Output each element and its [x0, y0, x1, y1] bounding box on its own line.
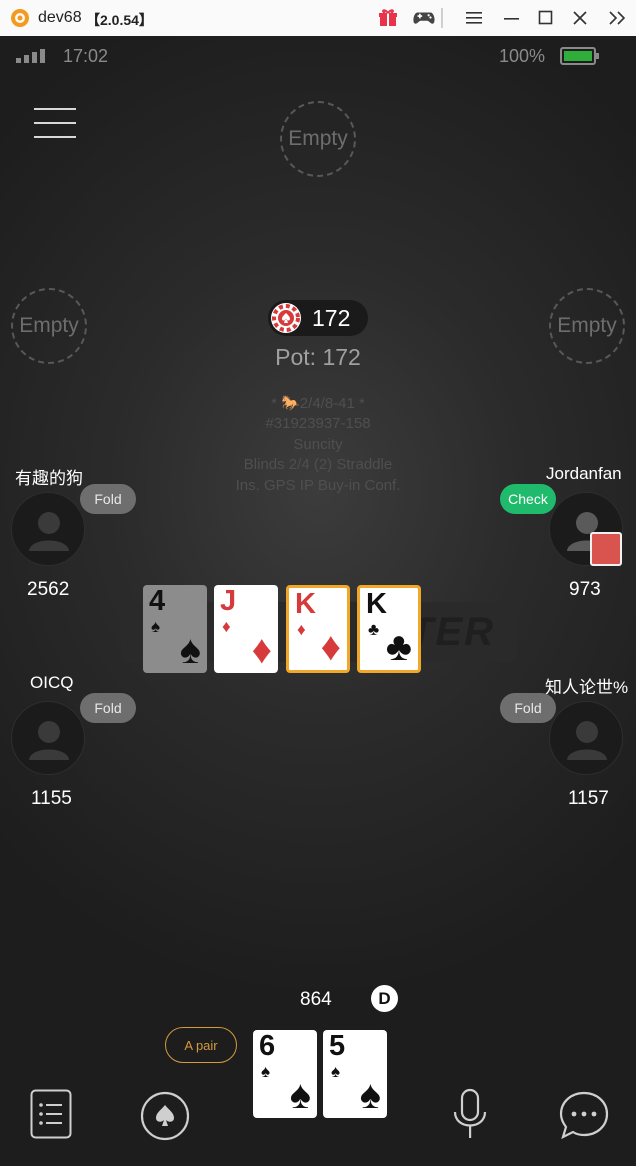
- titlebar-divider: [441, 8, 443, 28]
- card-rank: 6: [259, 1030, 276, 1062]
- board-card-2: J ♦ ♦: [214, 585, 278, 673]
- app-logo-icon: [11, 9, 29, 27]
- window-titlebar: dev68 【2.0.54】: [0, 0, 636, 36]
- action-badge-left-top: Fold: [80, 484, 136, 514]
- action-badge-right-top: Check: [500, 484, 556, 514]
- gift-icon[interactable]: [376, 6, 400, 30]
- card-rank: K: [295, 588, 316, 620]
- hand-strength-badge[interactable]: A pair: [165, 1027, 237, 1063]
- card-suit-small: ♦: [222, 617, 231, 636]
- hand-history-icon[interactable]: [30, 1089, 72, 1139]
- pot-pill: 172: [268, 300, 368, 336]
- player-avatar-left-bottom[interactable]: [11, 701, 85, 775]
- pot-label: Pot: 172: [275, 344, 361, 370]
- hole-cards-back-icon: [590, 532, 622, 566]
- card-suit-big: ♦: [320, 625, 341, 669]
- player-name-left-top: 有趣的狗: [15, 469, 83, 488]
- battery-percent: 100%: [499, 46, 546, 66]
- hamburger-menu-icon[interactable]: [462, 6, 486, 30]
- player-stack-left-top: 2562: [27, 579, 70, 600]
- avatar-silhouette-icon: [567, 721, 607, 760]
- menu-line: [34, 122, 76, 124]
- action-badge-right-bottom: Fold: [500, 693, 556, 723]
- battery-icon: [560, 47, 599, 65]
- close-icon[interactable]: [568, 6, 592, 30]
- maximize-icon[interactable]: [534, 6, 558, 30]
- card-suit-small: ♦: [297, 620, 306, 639]
- player-name-left-bottom: OICQ: [30, 673, 74, 692]
- empty-seat-top[interactable]: Empty: [280, 101, 356, 177]
- board-card-3: K ♦ ♦: [286, 585, 350, 673]
- window-version: 【2.0.54】: [86, 12, 153, 28]
- card-suit-big: ♣: [385, 625, 412, 669]
- card-suit-small: ♣: [368, 620, 380, 639]
- player-stack-left-bottom: 1155: [31, 788, 72, 809]
- dealer-button: D: [371, 985, 398, 1012]
- table-info-club: Suncity: [293, 436, 343, 453]
- hero-card-1[interactable]: 6 ♠ ♠: [253, 1030, 317, 1118]
- card-rank: 5: [329, 1030, 346, 1062]
- expand-sidebar-icon[interactable]: [606, 6, 630, 30]
- table-menu-button[interactable]: [34, 108, 76, 140]
- player-avatar-left-top[interactable]: [11, 492, 85, 566]
- spade-menu-icon[interactable]: [139, 1090, 191, 1142]
- status-time: 17:02: [63, 46, 109, 66]
- pot-amount: 172: [312, 305, 351, 331]
- hero-stack: 864: [300, 989, 332, 1010]
- avatar-silhouette-icon: [29, 721, 69, 760]
- chat-icon[interactable]: [558, 1090, 610, 1140]
- chip-icon: [271, 303, 301, 333]
- signal-icon: [16, 49, 45, 63]
- player-name-right-bottom: 知人论世%: [545, 678, 629, 697]
- avatar-silhouette-icon: [29, 512, 69, 551]
- action-badge-left-bottom: Fold: [80, 693, 136, 723]
- player-stack-right-bottom: 1157: [568, 788, 609, 809]
- player-avatar-right-bottom[interactable]: [549, 701, 623, 775]
- player-stack-right-top: 973: [569, 579, 601, 600]
- card-suit-big: ♦: [251, 628, 272, 672]
- board-card-1: 4 ♠ ♠: [143, 585, 207, 673]
- card-rank: J: [220, 585, 237, 617]
- poker-table: 17:02 100% Empty Empty Empty 172 Pot: 17…: [0, 36, 636, 1166]
- card-suit-small: ♠: [151, 617, 161, 636]
- menu-line: [34, 136, 76, 138]
- card-suit-big: ♠: [289, 1073, 311, 1117]
- card-suit-small: ♠: [261, 1062, 271, 1081]
- card-suit-big: ♠: [179, 628, 201, 672]
- card-rank: 4: [149, 585, 166, 617]
- table-info-blinds: Blinds 2/4 (2) Straddle: [243, 456, 393, 473]
- board-card-4: K ♣ ♣: [357, 585, 421, 673]
- table-info-game: * 🐎2/4/8-41 *: [271, 395, 365, 412]
- player-name-right-top: Jordanfan: [546, 464, 622, 483]
- card-suit-big: ♠: [359, 1073, 381, 1117]
- minimize-icon[interactable]: [500, 6, 524, 30]
- menu-line: [34, 108, 76, 110]
- hero-card-2[interactable]: 5 ♠ ♠: [323, 1030, 387, 1118]
- card-suit-small: ♠: [331, 1062, 341, 1081]
- gamepad-icon[interactable]: [412, 6, 436, 30]
- microphone-icon[interactable]: [451, 1088, 489, 1140]
- table-info-id: #31923937-158: [265, 415, 371, 432]
- card-rank: K: [366, 588, 387, 620]
- window-title: dev68: [38, 9, 82, 26]
